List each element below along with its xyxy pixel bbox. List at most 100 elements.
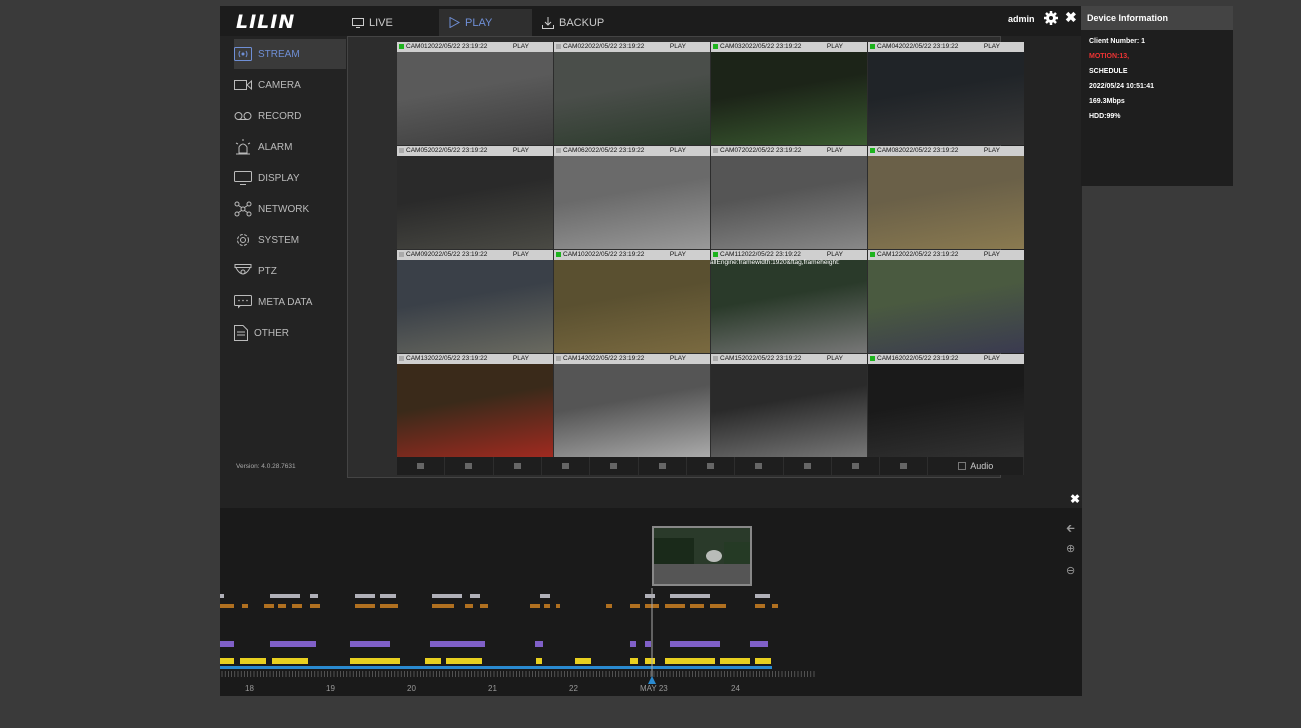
camera-tile[interactable]: CAM012022/05/22 23:19:22 PLAY — [397, 42, 553, 145]
audio-checkbox[interactable] — [958, 462, 967, 470]
metadata-icon — [234, 295, 252, 309]
camera-tile[interactable]: CAM042022/05/22 23:19:22 PLAY — [868, 42, 1024, 145]
camera-tile[interactable]: CAM032022/05/22 23:19:22 PLAY — [711, 42, 867, 145]
camera-play-status: PLAY — [669, 43, 686, 50]
camera-timestamp: 2022/05/22 23:19:22 — [741, 355, 802, 362]
sidebar-item-record[interactable]: RECORD — [234, 101, 346, 131]
sidebar-item-display[interactable]: DISPLAY — [234, 163, 346, 193]
zoom-in-icon[interactable]: ⊕ — [1066, 542, 1078, 564]
sidebar-item-camera[interactable]: CAMERA — [234, 70, 346, 100]
camera-tile-header: CAM012022/05/22 23:19:22 PLAY — [397, 42, 553, 52]
sidebar: STREAM CAMERA RECORD ALARM DISPLAY NETWO… — [220, 36, 347, 484]
stop-button[interactable] — [880, 457, 929, 475]
camera-tile[interactable]: CAM092022/05/22 23:19:22 PLAY — [397, 250, 553, 353]
audio-toggle[interactable]: Audio — [928, 457, 1025, 475]
camera-name: CAM10 — [563, 251, 585, 258]
purple-track-segment — [630, 641, 636, 647]
sidebar-item-ptz[interactable]: PTZ — [234, 256, 346, 286]
purple-track-segment — [535, 641, 543, 647]
timeline-close-icon[interactable]: ✖ — [1070, 492, 1080, 506]
camera-name: CAM14 — [563, 355, 585, 362]
camera-tile-header: CAM152022/05/22 23:19:22 PLAY — [711, 354, 867, 364]
sidebar-item-system[interactable]: SYSTEM — [234, 225, 346, 255]
timeline-label: 22 — [569, 684, 578, 693]
status-indicator-icon — [399, 43, 404, 49]
yellow-track-segment — [630, 658, 638, 664]
gray-track-segment — [645, 594, 655, 598]
tab-live[interactable]: LIVE — [342, 9, 403, 36]
pause-button[interactable] — [686, 457, 736, 475]
orange-track-segment — [544, 604, 550, 608]
sidebar-item-network[interactable]: NETWORK — [234, 194, 346, 224]
yellow-track-segment — [240, 658, 266, 664]
camera-timestamp: 2022/05/22 23:19:22 — [584, 43, 645, 50]
step-forward-button[interactable] — [783, 457, 832, 475]
status-indicator-icon — [713, 43, 718, 49]
camera-tile[interactable]: CAM052022/05/22 23:19:22 PLAY — [397, 146, 553, 249]
yellow-track-segment — [755, 658, 771, 664]
status-indicator-icon — [556, 147, 561, 153]
timeline-tracks[interactable] — [220, 508, 1082, 696]
rewind-button[interactable] — [638, 457, 687, 475]
zoom-out-icon[interactable]: ⊖ — [1066, 564, 1078, 586]
camera-play-status: PLAY — [669, 355, 686, 362]
camera-tile-header: CAM122022/05/22 23:19:22 PLAY — [868, 250, 1024, 260]
camera-tile[interactable]: CAM132022/05/22 23:19:22 PLAY — [397, 354, 553, 457]
camera-tile[interactable]: CAM072022/05/22 23:19:22 PLAY — [711, 146, 867, 249]
purple-track-segment — [430, 641, 485, 647]
camera-tile[interactable]: CAM162022/05/22 23:19:22 PLAY — [868, 354, 1024, 457]
yellow-track-segment — [272, 658, 308, 664]
camera-feed-image — [868, 156, 1024, 249]
purple-track-segment — [645, 641, 651, 647]
camera-name: CAM15 — [720, 355, 742, 362]
timeline-tools: 🡰 ⊕ ⊖ — [1066, 520, 1078, 586]
fast-forward-button[interactable] — [831, 457, 881, 475]
camera-tile-header: CAM032022/05/22 23:19:22 PLAY — [711, 42, 867, 52]
sidebar-item-alarm[interactable]: ALARM — [234, 132, 346, 162]
camera-name: CAM08 — [877, 147, 899, 154]
camera-tile[interactable]: CAM142022/05/22 23:19:22 PLAY — [554, 354, 710, 457]
hdd-usage: HDD:99% — [1089, 113, 1121, 120]
top-bar: LILIN LIVE PLAY BACKUP admin ✖ — [220, 6, 1082, 36]
camera-tile[interactable]: CAM122022/05/22 23:19:22 PLAY — [868, 250, 1024, 353]
play-button[interactable] — [735, 457, 784, 475]
layout-4-button[interactable] — [445, 457, 494, 475]
fast-rewind-button[interactable] — [590, 457, 639, 475]
layout-1-button[interactable] — [397, 457, 446, 475]
status-indicator-icon — [556, 251, 561, 257]
sidebar-item-label: ALARM — [258, 141, 293, 153]
layout-16-button[interactable] — [541, 457, 591, 475]
user-name[interactable]: admin — [1008, 14, 1035, 24]
sidebar-item-other[interactable]: OTHER — [234, 318, 346, 348]
back-arrow-icon[interactable]: 🡰 — [1066, 520, 1078, 542]
gray-track-segment — [470, 594, 480, 598]
status-indicator-icon — [399, 147, 404, 153]
orange-track-segment — [480, 604, 488, 608]
camera-tile[interactable]: CAM022022/05/22 23:19:22 PLAY — [554, 42, 710, 145]
layout-9-button[interactable] — [493, 457, 542, 475]
camera-name: CAM16 — [877, 355, 899, 362]
sidebar-item-metadata[interactable]: META DATA — [234, 287, 346, 317]
status-indicator-icon — [870, 147, 875, 153]
camera-tile-header: CAM142022/05/22 23:19:22 PLAY — [554, 354, 710, 364]
playhead-marker-icon[interactable] — [648, 676, 656, 684]
camera-tile[interactable]: CAM152022/05/22 23:19:22 PLAY — [711, 354, 867, 457]
camera-feed-image — [711, 364, 867, 457]
close-icon[interactable]: ✖ — [1065, 9, 1077, 26]
camera-tile[interactable]: CAM102022/05/22 23:19:22 PLAY — [554, 250, 710, 353]
camera-tile[interactable]: CAM082022/05/22 23:19:22 PLAY — [868, 146, 1024, 249]
camera-timestamp: 2022/05/22 23:19:22 — [741, 147, 802, 154]
sidebar-item-label: RECORD — [258, 110, 302, 122]
camera-tile[interactable]: CAM062022/05/22 23:19:22 PLAY — [554, 146, 710, 249]
tab-backup[interactable]: BACKUP — [532, 9, 614, 36]
camera-name: CAM11 — [720, 251, 742, 258]
device-info-panel: Device Information Client Number: 1 MOTI… — [1081, 6, 1233, 186]
timeline-preview-thumbnail — [652, 526, 752, 586]
timeline-label: 24 — [731, 684, 740, 693]
camera-feed-image — [397, 156, 553, 249]
camera-play-status: PLAY — [826, 147, 843, 154]
gear-icon[interactable] — [1043, 10, 1059, 26]
preview-image — [654, 528, 750, 584]
tab-play[interactable]: PLAY — [439, 9, 532, 36]
sidebar-item-stream[interactable]: STREAM — [234, 39, 346, 69]
